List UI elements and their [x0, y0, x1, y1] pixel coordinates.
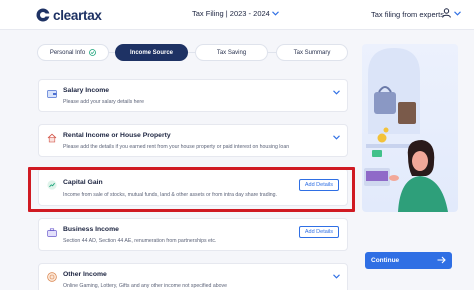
chart-icon: [47, 180, 57, 190]
card-description: Please add the details if you earned ren…: [63, 144, 290, 150]
top-header: cleartax Tax Filing | 2023 - 2024 Tax fi…: [0, 0, 474, 30]
chevron-down-icon[interactable]: [330, 131, 342, 143]
business-income-card[interactable]: Business Income Section 44 AD, Section 4…: [38, 218, 348, 251]
cleartax-logo[interactable]: cleartax: [36, 7, 102, 23]
rental-income-card[interactable]: Rental Income or House Property Please a…: [38, 124, 348, 157]
coins-icon: [47, 272, 57, 282]
capital-gain-card[interactable]: Capital Gain Income from sale of stocks,…: [38, 168, 348, 206]
card-title: Salary Income: [63, 87, 110, 94]
house-icon: [47, 133, 57, 143]
step-label: Tax Saving: [216, 49, 247, 56]
other-income-card[interactable]: Other Income Online Gaming, Lottery, Gif…: [38, 263, 348, 290]
user-menu[interactable]: [442, 8, 461, 18]
user-icon: [442, 8, 451, 18]
chevron-down-icon: [271, 11, 279, 16]
logo-mark-icon: [36, 8, 50, 22]
step-personal-info[interactable]: Personal Info: [37, 44, 109, 61]
financial-year-selector[interactable]: Tax Filing | 2023 - 2024: [192, 9, 279, 18]
card-title: Rental Income or House Property: [63, 132, 171, 139]
logo-text: cleartax: [53, 7, 102, 23]
card-title: Business Income: [63, 226, 119, 233]
chevron-down-icon[interactable]: [330, 270, 342, 282]
card-description: Online Gaming, Lottery, Gifts and any ot…: [63, 283, 227, 289]
step-income-source[interactable]: Income Source: [115, 44, 188, 61]
step-label: Income Source: [129, 49, 173, 56]
salary-income-card[interactable]: Salary Income Please add your salary det…: [38, 79, 348, 112]
card-title: Capital Gain: [63, 179, 103, 186]
step-label: Tax Summary: [293, 49, 331, 56]
check-circle-icon: [89, 49, 97, 56]
card-description: Income from sale of stocks, mutual funds…: [63, 192, 277, 198]
briefcase-icon: [47, 227, 57, 237]
step-tax-saving[interactable]: Tax Saving: [195, 44, 268, 61]
financial-year-label: Tax Filing | 2023 - 2024: [192, 9, 270, 18]
arrow-right-icon: [437, 256, 446, 264]
chevron-down-icon: [454, 10, 461, 16]
card-description: Section 44 AD, Section 44 AE, renumerati…: [63, 238, 217, 244]
add-details-button[interactable]: Add Details: [298, 226, 339, 238]
tax-filing-experts-link[interactable]: Tax filing from experts: [371, 10, 444, 19]
tax-illustration-icon: [364, 48, 448, 212]
continue-label: Continue: [371, 257, 400, 264]
step-tax-summary[interactable]: Tax Summary: [276, 44, 348, 61]
wallet-icon: [47, 88, 57, 98]
step-label: Personal Info: [49, 49, 86, 56]
add-details-button[interactable]: Add Details: [298, 179, 339, 191]
card-description: Please add your salary details here: [63, 99, 145, 105]
continue-button[interactable]: Continue: [365, 252, 452, 269]
card-title: Other Income: [63, 271, 107, 278]
chevron-down-icon[interactable]: [330, 86, 342, 98]
promo-illustration: [362, 44, 458, 212]
progress-stepper: Personal Info Income Source Tax Saving T…: [37, 44, 348, 62]
